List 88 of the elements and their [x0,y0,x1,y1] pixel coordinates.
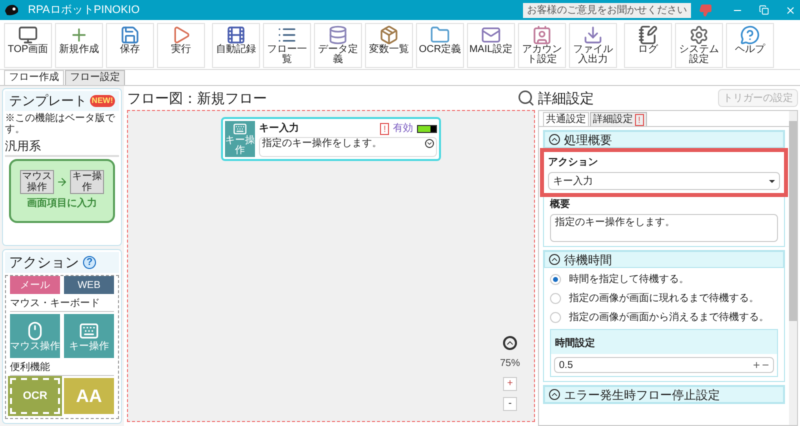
question-bubble-icon [740,25,760,45]
zoom-level: 75% [500,357,520,371]
toolbar-button[interactable]: MAIL設定 [467,23,515,68]
help-icon[interactable]: ? [83,256,96,269]
scrollbar[interactable] [789,111,797,425]
panel-title: アクション [9,253,79,272]
toolbar-button[interactable]: ファイル入出力 [569,23,617,68]
box-icon [379,25,399,45]
collapse-icon[interactable] [549,389,560,400]
section-title: 待機時間 [564,252,612,268]
toolbar-button[interactable]: データ定義 [314,23,362,68]
overview-field[interactable]: 指定のキー操作をします。 [550,214,778,242]
keyboard-chip: キー操作 [70,170,104,194]
restore-icon[interactable] [759,5,769,15]
radio-label: 指定の画像が画面に現れるまで待機する。 [569,292,759,306]
zoom-in-button[interactable]: + [502,377,517,391]
new-badge: NEW! [90,94,115,107]
toolbar-button[interactable]: アカウント設定 [518,23,566,68]
flow-title: フロー図：新規フロー [127,88,267,108]
toolbar-button[interactable]: 新規作成 [55,23,103,68]
status-label: 有効 [393,124,413,134]
toolbar-button[interactable]: 自動記録 [212,23,260,68]
expand-icon[interactable] [425,139,434,148]
logo-icon [4,3,20,17]
keyboard-icon [233,122,247,136]
tab[interactable]: 詳細設定 ! [590,112,647,126]
toolbar-button[interactable]: フロー一覧 [263,23,311,68]
dropdown-caret-icon [769,180,775,182]
action-tile[interactable]: WEB [64,276,114,294]
notebook-pen-icon [638,25,658,45]
warning-icon: ! [380,122,389,134]
category-title: 汎用系 [5,136,119,156]
action-select[interactable]: キー入力 [548,172,780,190]
keyboard-icon [79,320,99,340]
radio-button[interactable] [550,293,561,304]
mouse-chip: マウス操作 [20,170,54,194]
field-label: 概要 [550,198,571,212]
zoom-out-button[interactable]: - [502,397,517,411]
group-title: マウス・キーボード [10,296,114,312]
increment-button[interactable]: + [752,356,760,374]
film-icon [226,25,246,45]
warning-icon: ! [635,114,644,126]
template-label: 画面項目に入力 [27,196,97,211]
envelope-icon [481,25,501,45]
section-title: 処理概要 [564,132,612,148]
toolbar-button[interactable]: ログ [624,23,672,68]
details-title: 詳細設定 [538,88,594,108]
time-field[interactable]: 0.5 + − [554,357,774,373]
scroll-up-icon[interactable] [502,336,517,350]
panel-title: テンプレート [9,92,87,110]
arrow-icon [56,176,68,188]
node-description: 指定のキー操作をします。 [259,137,437,157]
radio-label: 時間を指定して待機する。 [569,272,689,287]
radio-button[interactable] [550,274,561,285]
decrement-button[interactable]: − [762,356,769,374]
radio-button[interactable] [550,312,561,323]
field-label: 時間設定 [555,338,595,349]
toolbar-button[interactable]: 保存 [106,23,154,68]
database-icon [328,25,348,45]
feedback-link[interactable]: お客様のご意見をお聞かせください [523,2,691,18]
beta-note: ※この機能はベータ版です。 [5,112,116,134]
gear-icon [689,25,709,45]
toolbar-button[interactable]: ヘルプ [726,23,774,68]
person-card-icon [532,25,552,45]
monitor-icon [18,25,38,45]
toolbar-button[interactable]: OCR定義 [416,23,464,68]
folder-icon [430,25,450,45]
keyboard-tile: キー操作 [225,121,255,157]
toolbar-button[interactable]: システム設定 [675,23,723,68]
thumbs-down-icon[interactable] [699,4,712,16]
enabled-indicator[interactable] [417,124,437,132]
toolbar-button[interactable]: 変数一覧 [365,23,413,68]
tab[interactable]: フロー作成 [4,70,64,85]
tab[interactable]: 共通設定 [543,112,589,126]
node-title: キー入力 [259,122,300,136]
collapse-icon[interactable] [549,134,560,145]
section-title: エラー発生時フロー停止設定 [564,386,720,404]
radio-label: 指定の画像が画面から消えるまで待機する。 [569,310,769,325]
window-title: RPAロボットPINOKIO [28,2,140,18]
tab[interactable]: フロー設定 [65,70,125,85]
collapse-icon[interactable] [549,254,560,265]
close-icon[interactable] [785,4,796,16]
toolbar-button[interactable]: 実行 [157,23,205,68]
download-icon [583,25,603,45]
field-label: アクション [548,156,599,170]
search-icon[interactable] [517,89,535,107]
toolbar-button[interactable]: TOP画面 [4,23,52,68]
template-card[interactable]: マウス操作 キー操作 画面項目に入力 [9,158,115,222]
